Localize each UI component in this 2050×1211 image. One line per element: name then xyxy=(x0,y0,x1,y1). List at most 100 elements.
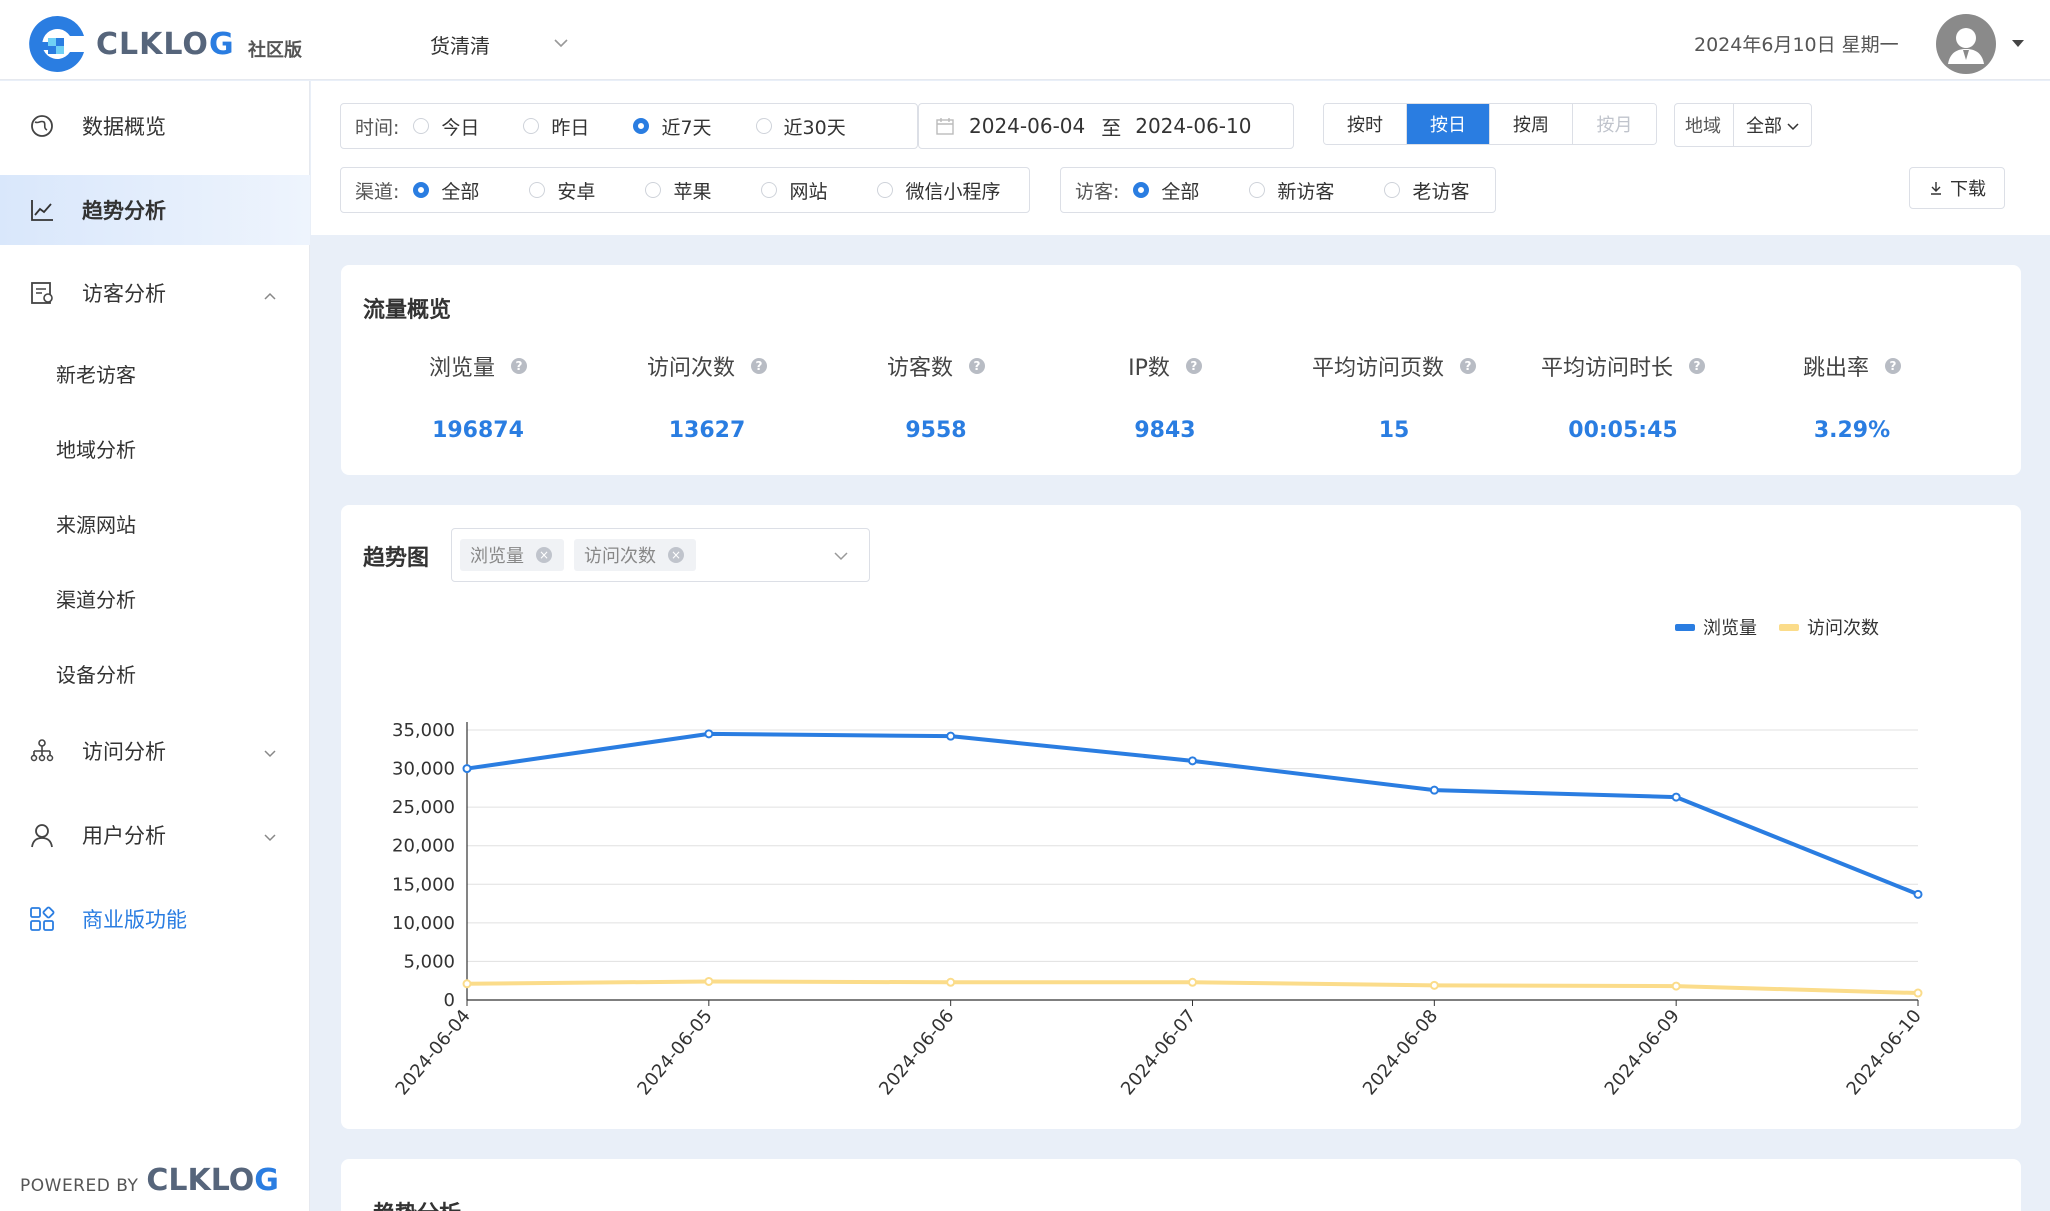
clklog-logo[interactable]: CLKLOG xyxy=(26,12,235,76)
legend-item-pv[interactable]: 浏览量 xyxy=(1703,614,1757,640)
granularity-week[interactable]: 按周 xyxy=(1490,104,1573,144)
sidebar-item-commercial[interactable]: 商业版功能 xyxy=(0,884,310,954)
x-tick-label: 2024-06-07 xyxy=(1117,1006,1200,1100)
date-range-picker[interactable]: 2024-06-04 至 2024-06-10 xyxy=(918,103,1294,149)
caret-down-icon[interactable] xyxy=(2012,40,2024,47)
radio-label: 安卓 xyxy=(557,180,596,203)
legend-item-visits[interactable]: 访问次数 xyxy=(1807,614,1879,640)
data-point xyxy=(1188,756,1197,766)
sidebar-item-label: 用户分析 xyxy=(82,824,166,848)
sidebar-subitem-source-site[interactable]: 来源网站 xyxy=(56,509,136,538)
radio-label: 今日 xyxy=(441,116,480,139)
help-icon[interactable]: ? xyxy=(1460,358,1476,374)
sidebar-item-overview[interactable]: 数据概览 xyxy=(0,91,310,161)
sidebar-subitem-channel[interactable]: 渠道分析 xyxy=(56,584,136,613)
radio-dot xyxy=(1384,182,1401,198)
date-end[interactable]: 2024-06-10 xyxy=(1135,114,1251,138)
globe-icon xyxy=(28,112,56,140)
metric-value: 00:05:45 xyxy=(1568,418,1678,443)
radio-visitor-all[interactable]: 全部 xyxy=(1133,177,1199,204)
sidebar-item-trend[interactable]: 趋势分析 xyxy=(0,175,310,245)
radio-dot xyxy=(877,182,894,198)
radio-dot xyxy=(413,118,430,134)
download-icon xyxy=(1928,180,1944,196)
chevron-up-icon xyxy=(262,285,278,301)
powered-logo-g: G xyxy=(254,1163,279,1198)
radio-channel-miniprogram[interactable]: 微信小程序 xyxy=(877,177,1000,204)
radio-channel-apple[interactable]: 苹果 xyxy=(645,177,711,204)
metric-value: 15 xyxy=(1378,418,1410,443)
chevron-down-icon[interactable] xyxy=(552,34,570,52)
data-point xyxy=(946,731,956,741)
radio-visitor-returning[interactable]: 老访客 xyxy=(1384,177,1469,204)
x-tick-label: 2024-06-09 xyxy=(1601,1006,1684,1100)
radio-visitor-new[interactable]: 新访客 xyxy=(1249,177,1334,204)
overview-title: 流量概览 xyxy=(363,298,452,323)
help-icon[interactable]: ? xyxy=(1885,358,1901,374)
radio-label: 微信小程序 xyxy=(905,180,1001,203)
sidebar-subitem-device[interactable]: 设备分析 xyxy=(56,659,136,688)
radio-label: 网站 xyxy=(789,180,828,203)
x-tick-label: 2024-06-06 xyxy=(875,1006,958,1100)
x-tick-label: 2024-06-08 xyxy=(1359,1006,1442,1100)
radio-label: 近7天 xyxy=(661,116,712,139)
tag-label: 浏览量 xyxy=(470,546,524,567)
metric-label: 访客数 xyxy=(886,356,953,381)
close-icon[interactable]: × xyxy=(536,547,552,563)
metric-multi-select[interactable]: 浏览量 × 访问次数 × xyxy=(451,528,870,582)
sidebar-item-label: 访客分析 xyxy=(82,282,166,306)
sidebar-item-visitor[interactable]: 访客分析 xyxy=(0,258,310,328)
selected-tag: 浏览量 × xyxy=(460,539,564,571)
data-point xyxy=(704,729,714,739)
edition-badge: 社区版 xyxy=(248,40,302,61)
metric-value: 196874 xyxy=(432,418,524,443)
metric-label: 平均访问时长 xyxy=(1540,356,1673,381)
trend-line-chart: 0 5,000 10,000 15,000 20,000 25,000 30,000 35,0… xyxy=(392,720,1926,1100)
help-icon[interactable]: ? xyxy=(1689,358,1705,374)
help-icon[interactable]: ? xyxy=(511,358,527,374)
trend-analysis-card xyxy=(341,1159,2021,1211)
metric-value: 3.29% xyxy=(1813,418,1891,443)
metric-visitors: 访客数? 9558 xyxy=(822,350,1050,443)
radio-last-30-days[interactable]: 近30天 xyxy=(755,113,846,140)
sidebar-subitem-new-old-visitor[interactable]: 新老访客 xyxy=(56,359,136,388)
radio-last-7-days[interactable]: 近7天 xyxy=(633,113,712,140)
radio-dot xyxy=(755,118,772,134)
analysis-title: 趋势分析 xyxy=(373,1196,461,1211)
radio-channel-website[interactable]: 网站 xyxy=(761,177,827,204)
radio-dot xyxy=(645,182,662,198)
radio-label: 全部 xyxy=(441,180,480,203)
y-tick-label: 5,000 xyxy=(403,951,455,972)
granularity-month: 按月 xyxy=(1573,104,1656,144)
radio-label: 昨日 xyxy=(551,116,590,139)
powered-by-text: POWERED BY xyxy=(20,1176,139,1196)
logo-mark-icon xyxy=(26,12,90,76)
radio-channel-all[interactable]: 全部 xyxy=(413,177,479,204)
y-tick-label: 35,000 xyxy=(392,720,455,741)
metric-avg-duration: 平均访问时长? 00:05:45 xyxy=(1509,350,1737,443)
close-icon[interactable]: × xyxy=(668,547,684,563)
help-icon[interactable]: ? xyxy=(1185,358,1202,374)
region-select[interactable]: 地域 全部 xyxy=(1674,103,1812,147)
radio-today[interactable]: 今日 xyxy=(413,113,479,140)
date-start[interactable]: 2024-06-04 xyxy=(969,114,1085,138)
granularity-hour[interactable]: 按时 xyxy=(1324,104,1407,144)
data-point xyxy=(1188,977,1197,987)
logo-text: CLKLO xyxy=(96,26,209,62)
sidebar-item-user[interactable]: 用户分析 xyxy=(0,800,310,870)
help-icon[interactable]: ? xyxy=(751,358,767,374)
channel-filter-label: 渠道: xyxy=(355,180,400,203)
chevron-down-icon[interactable] xyxy=(832,547,850,565)
project-selector[interactable]: 货清清 xyxy=(430,30,490,59)
sidebar-subitem-region[interactable]: 地域分析 xyxy=(56,434,136,463)
help-icon[interactable]: ? xyxy=(969,358,985,374)
user-avatar[interactable] xyxy=(1936,14,1996,74)
sidebar-item-access[interactable]: 访问分析 xyxy=(0,716,310,786)
region-value: 全部 xyxy=(1746,116,1782,137)
radio-channel-android[interactable]: 安卓 xyxy=(529,177,595,204)
radio-yesterday[interactable]: 昨日 xyxy=(523,113,589,140)
metric-page-views: 浏览量? 196874 xyxy=(364,350,592,443)
download-button[interactable]: 下载 xyxy=(1909,167,2005,209)
legend-swatch-pv xyxy=(1675,623,1695,631)
granularity-day[interactable]: 按日 xyxy=(1407,104,1490,144)
